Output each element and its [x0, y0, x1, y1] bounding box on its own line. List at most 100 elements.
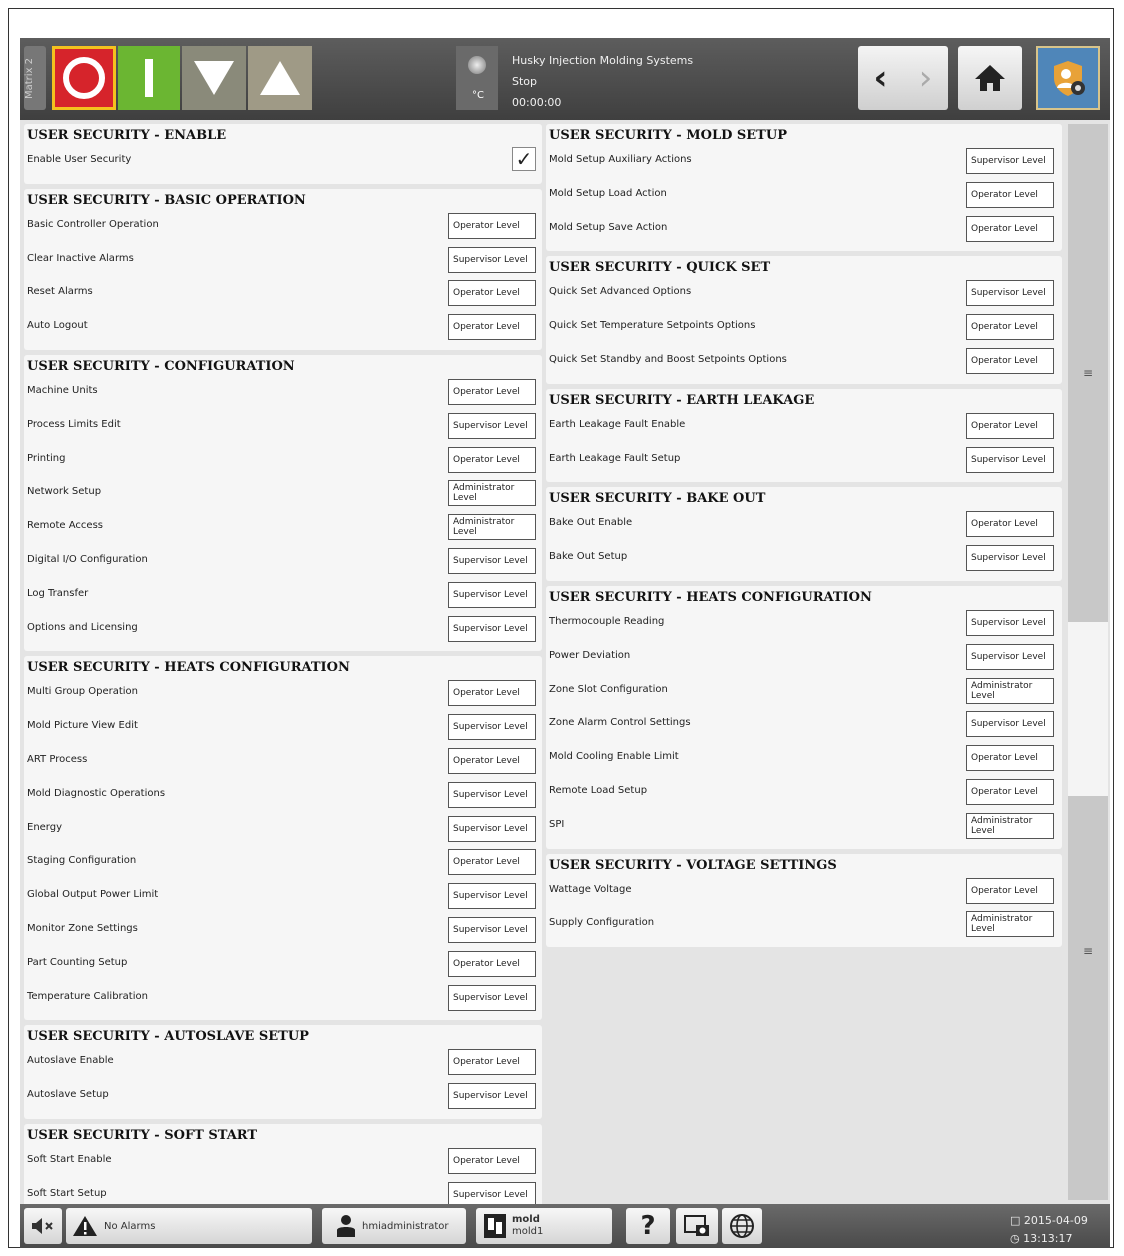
- setting-label: Printing: [27, 452, 66, 464]
- setting-label: ART Process: [27, 753, 88, 765]
- access-level-field[interactable]: Operator Level: [966, 347, 1054, 374]
- alarm-status-text: No Alarms: [104, 1220, 156, 1232]
- access-level-field[interactable]: Operator Level: [448, 314, 536, 341]
- access-level-field[interactable]: Operator Level: [448, 446, 536, 473]
- access-level-field[interactable]: Administrator Level: [966, 911, 1054, 938]
- access-level-field[interactable]: Operator Level: [966, 314, 1054, 341]
- access-level-field[interactable]: Operator Level: [966, 877, 1054, 904]
- date-time: □ 2015-04-09 ◷ 13:13:17: [1010, 1212, 1088, 1248]
- access-level-field[interactable]: Operator Level: [448, 379, 536, 405]
- access-level-field[interactable]: Supervisor Level: [966, 643, 1054, 670]
- access-level-field[interactable]: Supervisor Level: [966, 610, 1054, 636]
- setting-label: Clear Inactive Alarms: [27, 252, 134, 264]
- setting-label: Mold Cooling Enable Limit: [549, 751, 679, 763]
- alarms-button[interactable]: No Alarms: [66, 1208, 312, 1244]
- indicator-light-icon: [468, 56, 486, 74]
- access-level-field[interactable]: Operator Level: [966, 511, 1054, 538]
- mold-button[interactable]: mold mold1: [476, 1208, 612, 1244]
- stop-button[interactable]: [52, 46, 116, 110]
- setting-label: Soft Start Setup: [27, 1187, 107, 1199]
- access-level-field[interactable]: Administrator Level: [966, 812, 1054, 839]
- access-level-field[interactable]: Supervisor Level: [448, 412, 536, 439]
- scroll-grip-icon: ≡: [1083, 366, 1094, 380]
- matrix-tab[interactable]: Matrix 2: [24, 46, 46, 110]
- setting-label: Reset Alarms: [27, 286, 93, 298]
- screenshot-button[interactable]: [676, 1208, 718, 1244]
- stop-icon: [63, 57, 105, 99]
- home-button[interactable]: [958, 46, 1022, 110]
- access-level-field[interactable]: Supervisor Level: [448, 246, 536, 273]
- setting-label: Mold Diagnostic Operations: [27, 787, 166, 799]
- access-level-field[interactable]: Operator Level: [966, 779, 1054, 805]
- mold-icon: [484, 1214, 506, 1238]
- access-level-field[interactable]: Supervisor Level: [448, 916, 536, 943]
- section-user-security-voltage-settings: USER SECURITY - VOLTAGE SETTINGS Wattage …: [546, 853, 1062, 948]
- access-level-field[interactable]: Supervisor Level: [448, 581, 536, 608]
- access-level-field[interactable]: Administrator Level: [448, 480, 536, 507]
- setting-label: Log Transfer: [27, 587, 89, 599]
- access-level-field[interactable]: Operator Level: [448, 280, 536, 307]
- user-button[interactable]: hmiadministrator: [322, 1208, 466, 1244]
- access-level-field[interactable]: Operator Level: [448, 212, 536, 239]
- current-time: 13:13:17: [1023, 1232, 1073, 1245]
- access-level-field[interactable]: Operator Level: [966, 745, 1054, 772]
- access-level-field[interactable]: Supervisor Level: [966, 711, 1054, 738]
- enable-user-security-checkbox[interactable]: ✓: [512, 147, 536, 171]
- access-level-field[interactable]: Supervisor Level: [448, 615, 536, 642]
- access-level-field[interactable]: Administrator Level: [966, 677, 1054, 704]
- standby-button[interactable]: [182, 46, 246, 110]
- section-user-security-heats-configuration: USER SECURITY - HEATS CONFIGURATION Therm…: [546, 586, 1062, 849]
- access-level-field[interactable]: Operator Level: [448, 1049, 536, 1076]
- access-level-field[interactable]: Operator Level: [966, 181, 1054, 208]
- access-level-field[interactable]: Operator Level: [448, 680, 536, 707]
- alarm-triangle-icon: [73, 1216, 97, 1236]
- system-state: Stop: [512, 75, 538, 88]
- access-level-field[interactable]: Operator Level: [966, 215, 1054, 242]
- section-title: USER SECURITY - BAKE OUT: [549, 491, 766, 507]
- forward-button[interactable]: ›: [903, 46, 948, 110]
- start-icon: [145, 59, 153, 97]
- back-button[interactable]: ‹: [858, 46, 903, 110]
- section-user-security-autoslave-setup: USER SECURITY - AUTOSLAVE SETUP Autoslave…: [24, 1025, 542, 1119]
- setting-label: Thermocouple Reading: [549, 616, 665, 627]
- access-level-field[interactable]: Supervisor Level: [448, 883, 536, 910]
- access-level-field[interactable]: Operator Level: [448, 747, 536, 774]
- section-user-security-enable: USER SECURITY - ENABLE Enable User Securi…: [24, 124, 542, 184]
- user-security-button[interactable]: [1036, 46, 1100, 110]
- help-button[interactable]: ?: [626, 1208, 670, 1244]
- system-name: Husky Injection Molding Systems: [512, 54, 694, 67]
- setting-label: Zone Slot Configuration: [549, 683, 668, 695]
- access-level-field[interactable]: Supervisor Level: [966, 545, 1054, 572]
- access-level-field[interactable]: Supervisor Level: [966, 148, 1054, 174]
- access-level-field[interactable]: Supervisor Level: [448, 781, 536, 808]
- access-level-field[interactable]: Supervisor Level: [448, 984, 536, 1011]
- access-level-field[interactable]: Operator Level: [448, 950, 536, 977]
- access-level-field[interactable]: Operator Level: [448, 849, 536, 876]
- mold-info: mold mold1: [512, 1214, 543, 1238]
- home-icon: [975, 65, 1005, 91]
- setting-label: Earth Leakage Fault Enable: [549, 418, 686, 430]
- section-user-security-earth-leakage: USER SECURITY - EARTH LEAKAGE Earth Leaka…: [546, 388, 1062, 483]
- temperature-unit: °C: [472, 90, 484, 101]
- setting-label: Options and Licensing: [27, 621, 138, 633]
- access-level-field[interactable]: Administrator Level: [448, 514, 536, 541]
- scrollbar-thumb[interactable]: [1068, 622, 1108, 796]
- access-level-field[interactable]: Supervisor Level: [966, 446, 1054, 473]
- setting-label: Mold Setup Save Action: [549, 221, 668, 233]
- access-level-field[interactable]: Supervisor Level: [966, 280, 1054, 307]
- section-user-security-basic-operation: USER SECURITY - BASIC OPERATION Basic Con…: [24, 188, 542, 350]
- setting-label: Enable User Security: [27, 154, 132, 165]
- mute-button[interactable]: [24, 1208, 62, 1244]
- setting-label: Monitor Zone Settings: [27, 922, 138, 934]
- access-level-field[interactable]: Supervisor Level: [448, 714, 536, 741]
- section-title: USER SECURITY - SOFT START: [27, 1128, 258, 1143]
- access-level-field[interactable]: Supervisor Level: [448, 1083, 536, 1110]
- access-level-field[interactable]: Operator Level: [966, 412, 1054, 439]
- start-button[interactable]: [118, 46, 180, 110]
- setting-label: Wattage Voltage: [549, 883, 632, 895]
- access-level-field[interactable]: Operator Level: [448, 1148, 536, 1174]
- boost-button[interactable]: [248, 46, 312, 110]
- language-button[interactable]: [722, 1208, 762, 1244]
- access-level-field[interactable]: Supervisor Level: [448, 548, 536, 574]
- access-level-field[interactable]: Supervisor Level: [448, 815, 536, 842]
